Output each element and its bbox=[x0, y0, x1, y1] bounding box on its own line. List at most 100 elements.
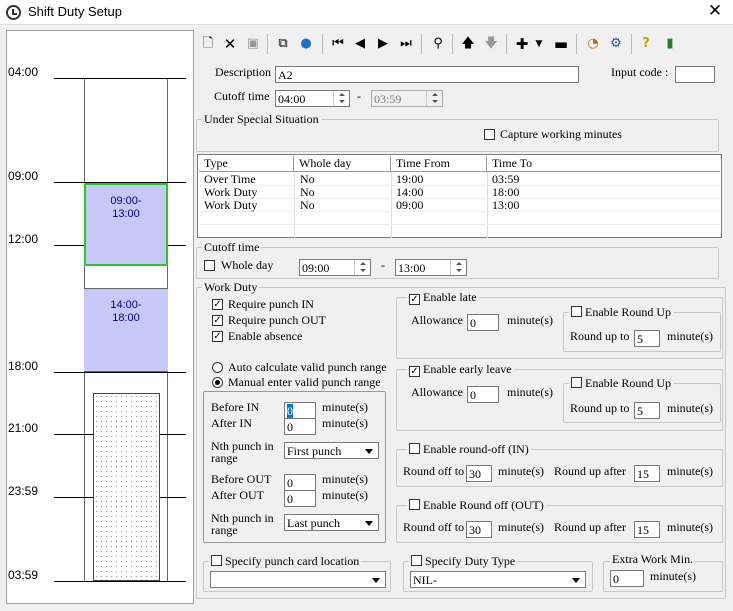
early-roundup-input[interactable]: 5 bbox=[634, 402, 660, 419]
punch-location-title: Specify punch card location bbox=[209, 554, 362, 569]
delete-icon[interactable]: ✕ bbox=[220, 34, 240, 54]
last-icon[interactable]: ⏭ bbox=[396, 34, 416, 54]
cutoff-to-input[interactable]: 03:59 bbox=[371, 90, 443, 107]
chevron-down-icon[interactable] bbox=[361, 444, 377, 458]
duty-block-selected[interactable]: 09:00- 13:00 bbox=[84, 183, 168, 266]
table-header[interactable]: Type bbox=[199, 156, 294, 172]
cutoff-to-value: 03:59 bbox=[374, 92, 402, 106]
cutoff2-to-input[interactable]: 13:00 bbox=[395, 259, 467, 276]
overtime-block[interactable] bbox=[93, 393, 160, 581]
table-cell[interactable]: Work Duty bbox=[199, 199, 257, 212]
roundoff-in-input[interactable]: 30 bbox=[466, 465, 492, 482]
first-icon[interactable]: ⏮ bbox=[328, 34, 348, 54]
time-line bbox=[54, 372, 186, 373]
cutoff-from-input[interactable]: 04:00 bbox=[275, 90, 350, 107]
spinner[interactable] bbox=[450, 260, 466, 275]
table-cell[interactable]: 13:00 bbox=[487, 199, 519, 212]
globe-icon[interactable]: ● bbox=[296, 34, 316, 54]
late-title: ✓ Enable late bbox=[407, 290, 479, 305]
table-cell[interactable]: 09:00 bbox=[391, 199, 423, 212]
roundoff-out-input[interactable]: 30 bbox=[466, 521, 492, 538]
absence-checkbox[interactable]: ✓ bbox=[212, 331, 223, 342]
special-table: Type Whole day Time From Time To Over Ti… bbox=[197, 154, 722, 238]
remove-icon[interactable]: ▬ bbox=[551, 34, 571, 54]
save-icon[interactable]: ▣ bbox=[243, 34, 263, 54]
req-in-checkbox[interactable]: ✓ bbox=[212, 299, 223, 310]
table-header[interactable]: Time From bbox=[391, 156, 487, 172]
copy-icon[interactable]: ⧉ bbox=[273, 34, 293, 54]
after-in-label: After IN bbox=[211, 416, 252, 430]
roundup-after-in-input[interactable]: 15 bbox=[634, 465, 660, 482]
early-allowance-input[interactable]: 0 bbox=[467, 386, 499, 403]
roundoff-out-checkbox[interactable] bbox=[409, 499, 420, 510]
help-icon[interactable]: ? bbox=[636, 34, 656, 54]
add-icon[interactable]: ✚ bbox=[512, 34, 532, 54]
extra-work-input[interactable]: 0 bbox=[610, 570, 644, 587]
work-duty-title: Work Duty bbox=[202, 280, 260, 295]
toolbar-separator bbox=[267, 34, 268, 54]
grid-line bbox=[199, 211, 721, 212]
dropdown-icon[interactable]: ▼ bbox=[532, 34, 546, 54]
late-allowance-input[interactable]: 0 bbox=[467, 314, 499, 331]
roundoff-in-checkbox[interactable] bbox=[409, 443, 420, 454]
time-label: 18:00 bbox=[8, 359, 39, 373]
late-roundup-input[interactable]: 5 bbox=[634, 330, 660, 347]
settings-icon[interactable]: ⚙ bbox=[606, 34, 626, 54]
grid-line bbox=[199, 198, 721, 199]
table-cell[interactable]: No bbox=[295, 199, 315, 212]
duty-type-checkbox[interactable] bbox=[411, 555, 422, 566]
punch-location-checkbox[interactable] bbox=[211, 555, 222, 566]
nth-in-select[interactable]: First punch bbox=[284, 442, 379, 459]
late-label: Enable late bbox=[423, 290, 477, 304]
manual-radio[interactable] bbox=[212, 377, 223, 388]
spinner[interactable] bbox=[333, 91, 349, 106]
next-icon[interactable]: ▶ bbox=[373, 34, 393, 54]
before-out-input[interactable]: 0 bbox=[284, 474, 316, 491]
close-icon[interactable]: ✕ bbox=[704, 1, 726, 21]
late-roundup-checkbox[interactable] bbox=[571, 306, 582, 317]
req-out-checkbox[interactable]: ✓ bbox=[212, 315, 223, 326]
duty-block[interactable]: 14:00- 18:00 bbox=[84, 288, 168, 372]
prev-icon[interactable]: ◀ bbox=[350, 34, 370, 54]
duty-type-select[interactable]: NIL- bbox=[410, 571, 586, 588]
grid-line bbox=[199, 224, 721, 225]
table-header[interactable]: Time To bbox=[487, 156, 720, 172]
auto-radio[interactable] bbox=[212, 362, 223, 373]
input-code-field[interactable] bbox=[675, 66, 715, 83]
late-roundup-label: Enable Round Up bbox=[585, 305, 671, 319]
punch-location-select[interactable] bbox=[210, 571, 386, 588]
early-roundup-checkbox[interactable] bbox=[571, 377, 582, 388]
minutes-label: minute(s) bbox=[667, 329, 713, 343]
req-out-label: Require punch OUT bbox=[228, 313, 326, 327]
auto-label: Auto calculate valid punch range bbox=[228, 360, 387, 374]
chevron-down-icon[interactable] bbox=[368, 573, 384, 587]
chevron-down-icon[interactable] bbox=[361, 516, 377, 530]
whole-day-label: Whole day bbox=[221, 258, 274, 272]
minutes-label: minute(s) bbox=[507, 385, 553, 399]
spinner[interactable] bbox=[426, 91, 442, 106]
new-icon[interactable]: 🗋 bbox=[198, 34, 218, 54]
whole-day-checkbox[interactable] bbox=[204, 260, 215, 271]
description-input[interactable]: A2 bbox=[275, 66, 579, 83]
before-in-input[interactable]: 0 bbox=[284, 402, 316, 419]
table-header[interactable]: Whole day bbox=[294, 156, 391, 172]
up-arrow-icon[interactable]: 🡅 bbox=[458, 34, 478, 54]
time-label: 09:00 bbox=[8, 169, 39, 183]
roundup-after-out-input[interactable]: 15 bbox=[634, 521, 660, 538]
after-out-input[interactable]: 0 bbox=[284, 490, 316, 507]
early-roundup-title: Enable Round Up bbox=[569, 376, 673, 391]
cutoff2-from-input[interactable]: 09:00 bbox=[299, 259, 371, 276]
after-in-input[interactable]: 0 bbox=[284, 418, 316, 435]
capture-checkbox[interactable] bbox=[484, 129, 495, 140]
nth-out-select[interactable]: Last punch bbox=[284, 514, 379, 531]
spinner[interactable] bbox=[354, 260, 370, 275]
clock-icon[interactable]: ◔ bbox=[583, 34, 603, 54]
late-checkbox[interactable]: ✓ bbox=[409, 294, 420, 305]
exit-icon[interactable]: ▮ bbox=[660, 34, 680, 54]
binoculars-icon[interactable]: ⚲ bbox=[428, 34, 448, 54]
early-checkbox[interactable]: ✓ bbox=[409, 366, 420, 377]
nth-out-label: Nth punch in range bbox=[211, 511, 274, 537]
down-arrow-icon[interactable]: 🡇 bbox=[481, 34, 501, 54]
duty-type-title: Specify Duty Type bbox=[409, 554, 518, 569]
chevron-down-icon[interactable] bbox=[568, 573, 584, 587]
